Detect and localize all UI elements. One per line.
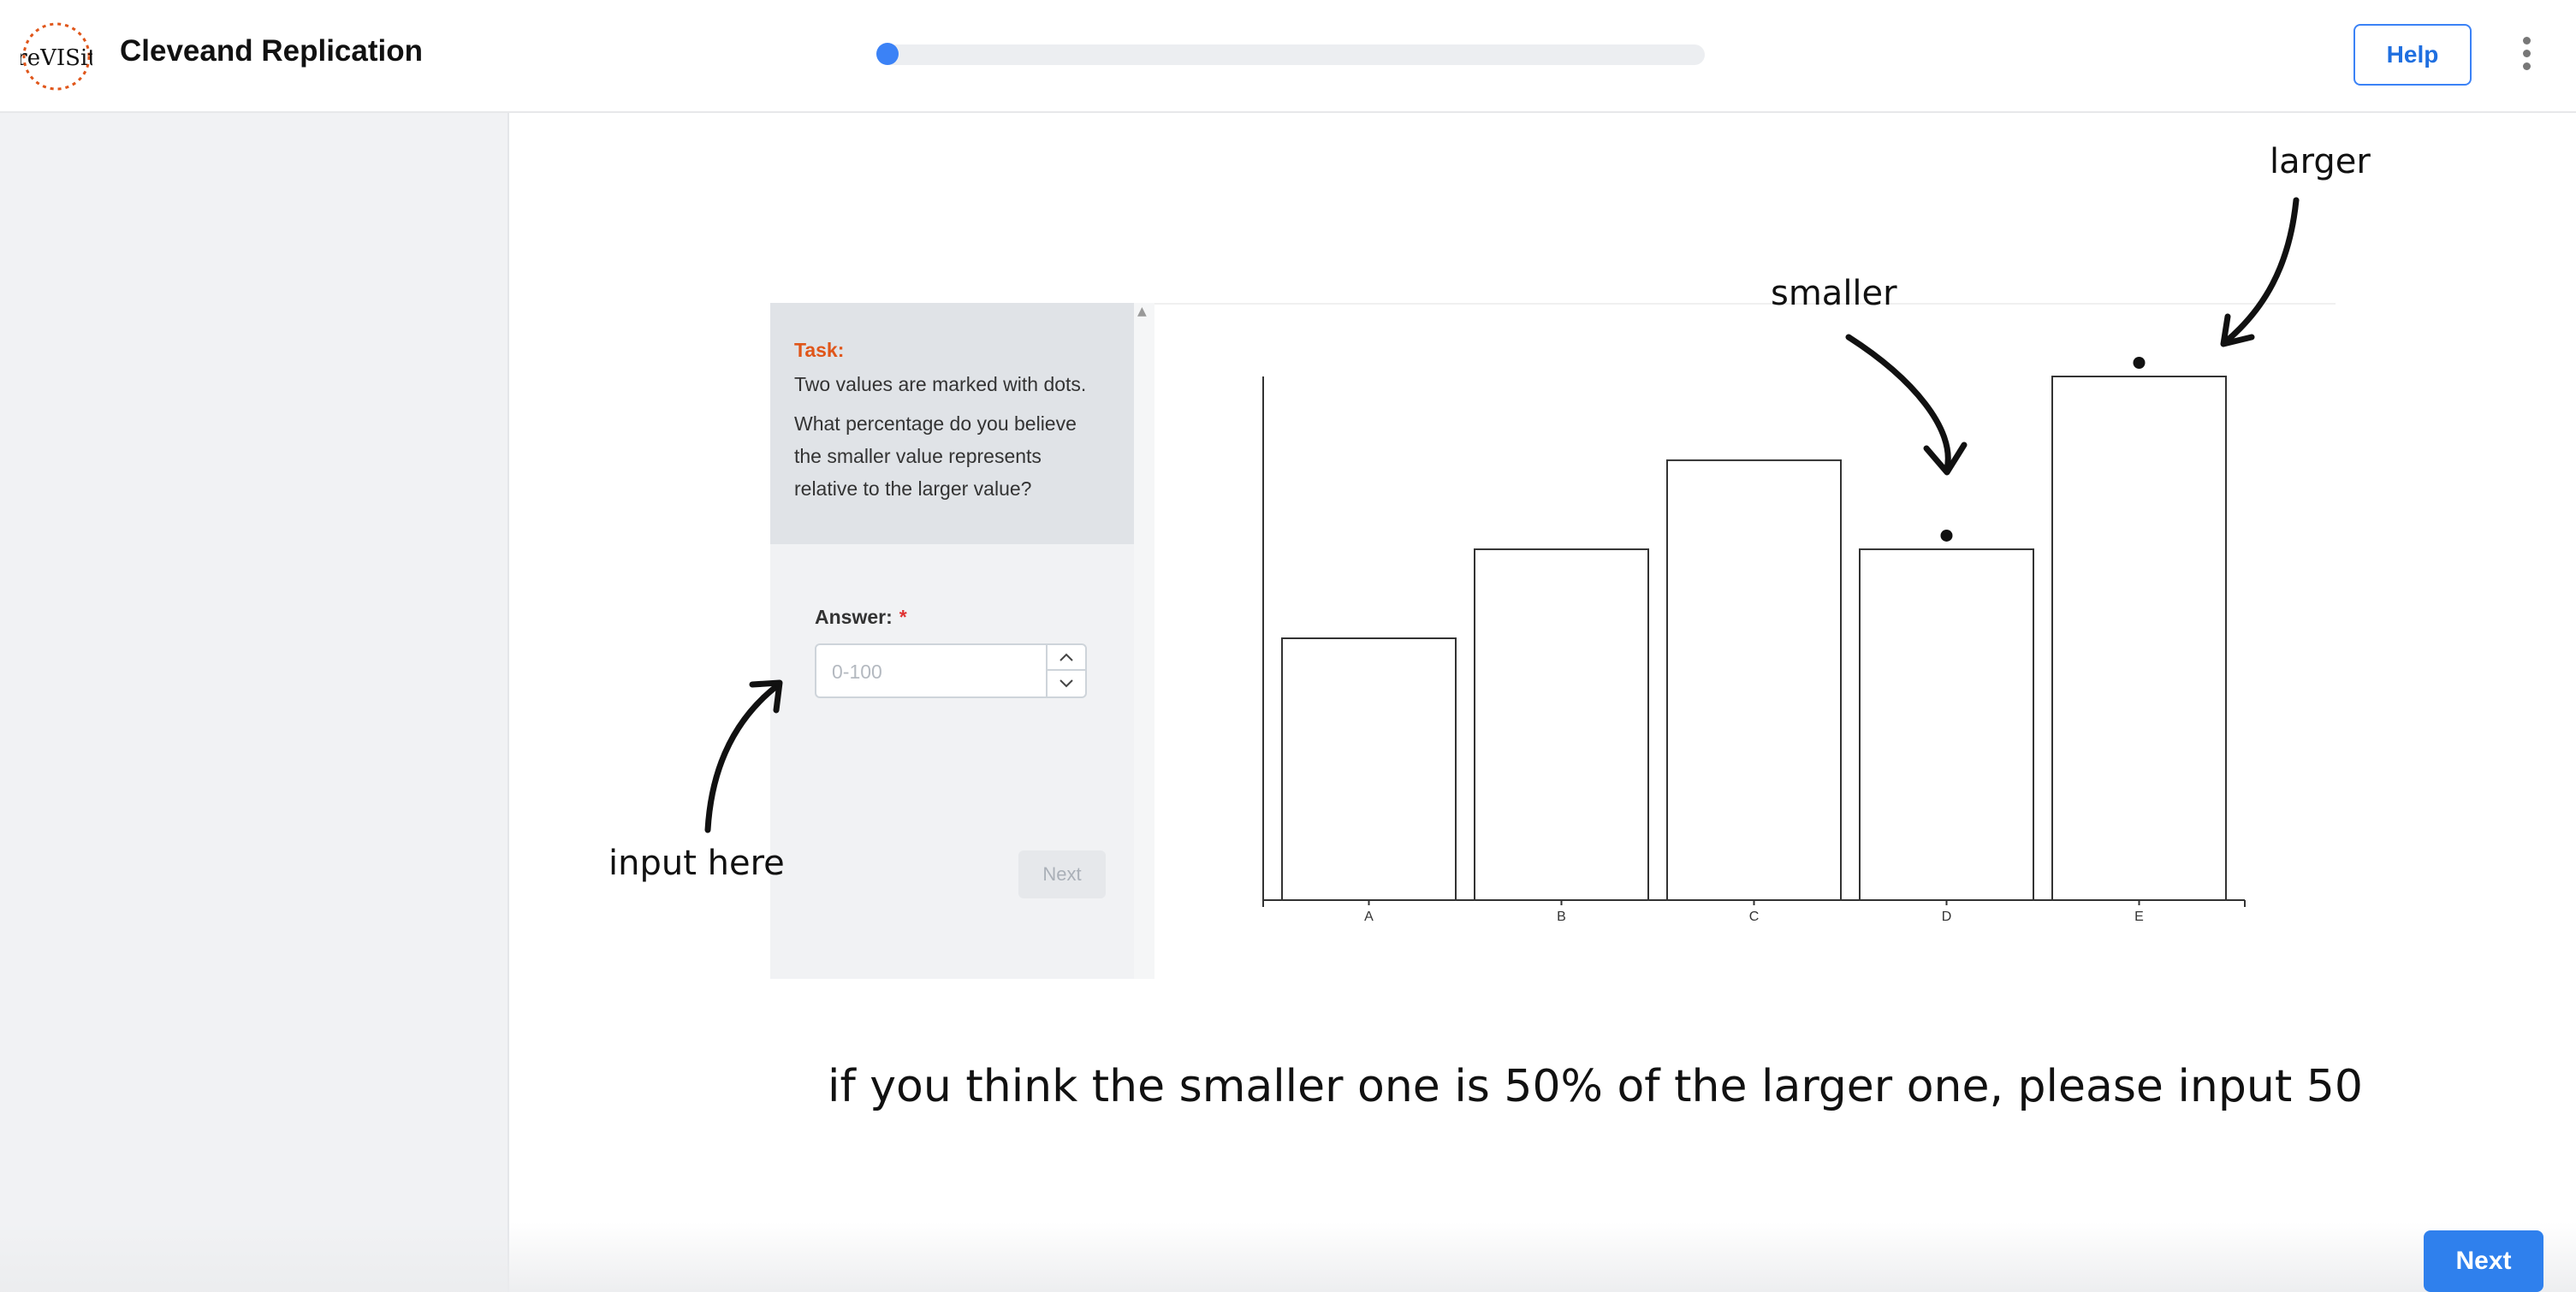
footer-shade xyxy=(0,1222,2576,1292)
next-button[interactable]: Next xyxy=(2424,1230,2543,1292)
app-title: Cleveand Replication xyxy=(120,34,423,68)
arrow-to-smaller xyxy=(1845,334,1951,472)
arrow-to-input xyxy=(704,681,782,833)
main-content: Task: Two values are marked with dots. W… xyxy=(509,113,2576,1292)
progress-bar xyxy=(878,44,1705,65)
annotation-arrows xyxy=(704,197,2300,833)
svg-text:reVISit: reVISit xyxy=(21,45,92,71)
arrow-to-larger xyxy=(2222,197,2300,346)
revisit-logo: reVISit xyxy=(21,22,92,91)
progress-indicator xyxy=(876,43,899,65)
help-button[interactable]: Help xyxy=(2353,24,2472,86)
instruction-text: if you think the smaller one is 50% of t… xyxy=(828,1061,2363,1112)
header: reVISit Cleveand Replication Help xyxy=(0,0,2576,113)
instruction-figure: Task: Two values are marked with dots. W… xyxy=(509,113,2576,1292)
kebab-menu-icon[interactable] xyxy=(2513,33,2540,80)
sidebar xyxy=(0,113,509,1292)
